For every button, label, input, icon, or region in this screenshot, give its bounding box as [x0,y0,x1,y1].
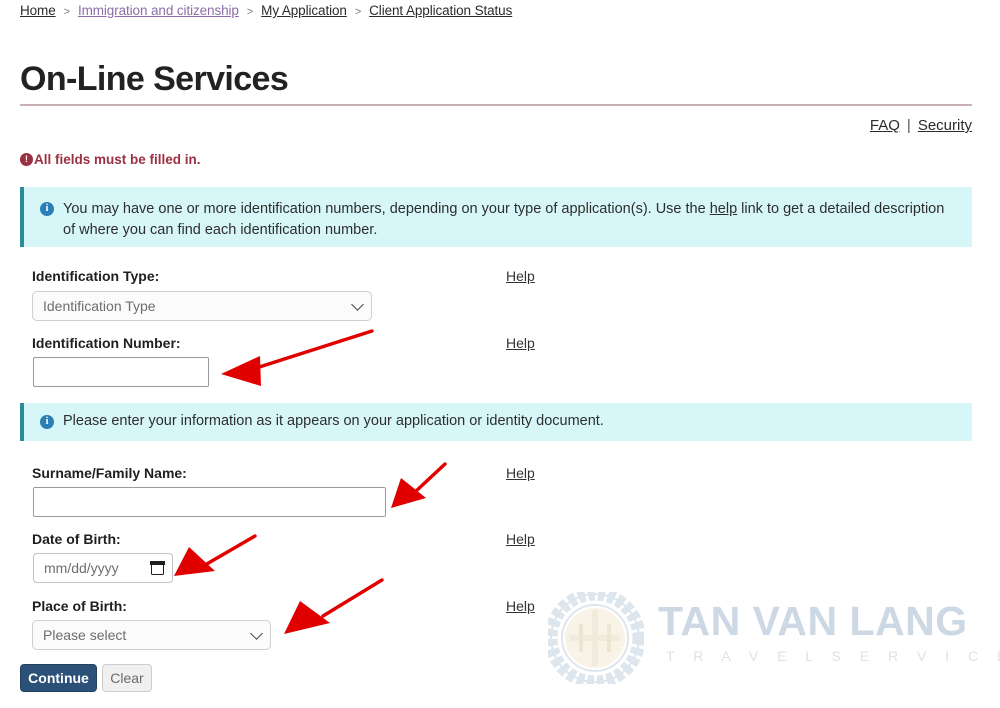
label-place-of-birth: Place of Birth: [32,598,127,614]
watermark-brand: TAN VAN LANG [658,598,968,644]
label-identification-type: Identification Type: [32,268,160,284]
info-circle-icon: i [40,415,54,429]
label-surname: Surname/Family Name: [32,465,187,481]
input-identification-number[interactable] [33,357,209,387]
utility-links: FAQ | Security [870,117,972,134]
input-surname[interactable] [33,487,386,517]
label-identification-number: Identification Number: [32,335,181,351]
required-fields-notice: ! All fields must be filled in. [20,152,201,167]
help-link-surname[interactable]: Help [506,465,535,481]
help-link-identification-number[interactable]: Help [506,335,535,351]
select-identification-type-value: Identification Type [43,298,156,314]
breadcrumb-separator: > [354,6,362,18]
breadcrumb-item-immigration[interactable]: Immigration and citizenship [78,3,239,18]
select-place-of-birth[interactable]: Please select [32,620,271,650]
help-inline-link[interactable]: help [710,201,737,217]
calendar-icon[interactable] [150,560,165,575]
watermark-tagline: T R A V E L S E R V I C E [666,648,1000,664]
title-divider [20,104,972,106]
info-circle-icon: i [40,202,54,216]
info-alert-personal-info-text: Please enter your information as it appe… [63,413,604,430]
page-root: Home > Immigration and citizenship > My Appl… [0,0,1000,708]
breadcrumb-item-client-application-status[interactable]: Client Application Status [369,3,512,18]
clear-button[interactable]: Clear [102,664,152,692]
breadcrumb-separator: > [63,6,70,18]
help-link-identification-type[interactable]: Help [506,268,535,284]
exclamation-circle-icon: ! [20,153,33,166]
faq-link[interactable]: FAQ [870,117,900,134]
breadcrumb-item-my-application[interactable]: My Application [261,3,347,18]
alert-text-before: You may have one or more identification … [63,201,710,217]
breadcrumb-separator: > [246,6,254,18]
date-placeholder: mm/dd/yyyy [44,560,119,576]
security-link[interactable]: Security [918,117,972,134]
link-divider: | [906,117,911,134]
chevron-down-icon [351,298,364,311]
input-date-of-birth[interactable]: mm/dd/yyyy [33,553,173,583]
annotation-arrow-identification-number [221,329,374,386]
page-title: On-Line Services [20,60,289,98]
annotation-arrow-surname [391,462,447,508]
info-alert-identification: i You may have one or more identificatio… [20,187,972,247]
info-alert-identification-text: You may have one or more identification … [63,199,958,241]
circular-meander-logo-icon [548,592,644,684]
annotation-arrow-date-of-birth [174,534,257,576]
info-alert-personal-info: i Please enter your information as it ap… [20,403,972,441]
label-date-of-birth: Date of Birth: [32,531,121,547]
breadcrumb-item-home[interactable]: Home [20,3,56,18]
chevron-down-icon [250,627,263,640]
required-fields-text: All fields must be filled in. [34,152,201,167]
continue-button[interactable]: Continue [20,664,97,692]
select-place-of-birth-value: Please select [43,627,127,643]
watermark: TAN VAN LANG T R A V E L S E R V I C E [548,592,1000,684]
breadcrumb: Home > Immigration and citizenship > My Appl… [20,3,512,18]
annotation-arrow-place-of-birth [284,578,384,634]
help-link-place-of-birth[interactable]: Help [506,598,535,614]
help-link-date-of-birth[interactable]: Help [506,531,535,547]
select-identification-type[interactable]: Identification Type [32,291,372,321]
